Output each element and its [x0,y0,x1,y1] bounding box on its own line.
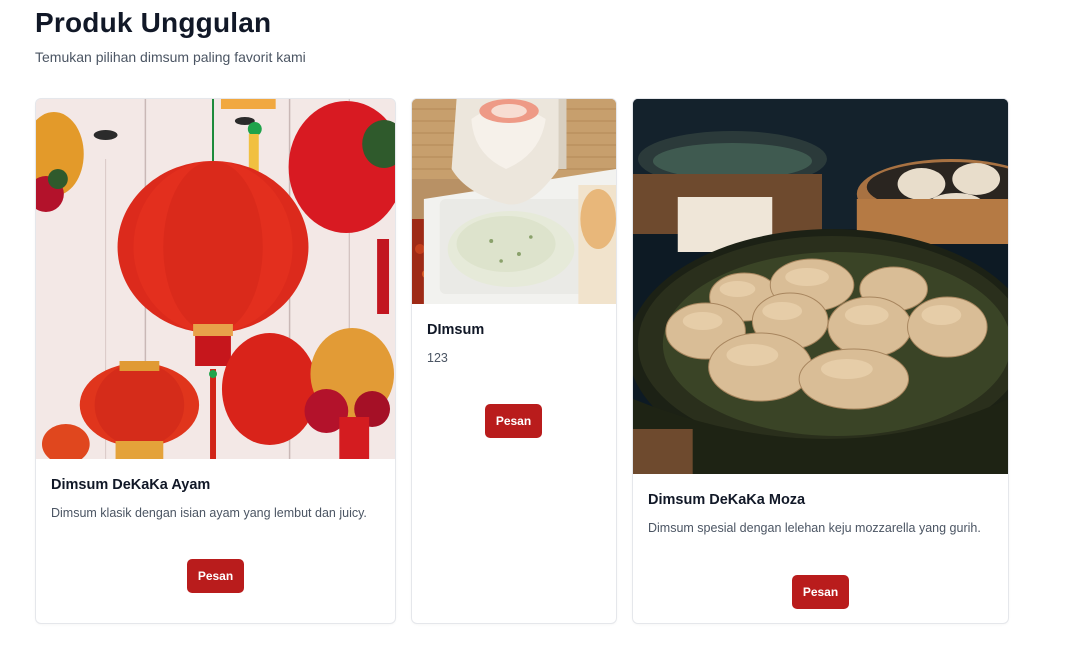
page-title: Produk Unggulan [35,7,272,38]
page-subtitle: Temukan pilihan dimsum paling favorit ka… [35,49,306,65]
product-description: Dimsum klasik dengan isian ayam yang lem… [51,506,367,520]
order-button[interactable]: Pesan [485,404,542,438]
product-card: Dimsum DeKaKa Ayam Dimsum klasik dengan … [35,98,396,624]
product-card: DImsum 123 Pesan [411,98,617,624]
product-image-steamed-dumplings [633,99,1008,474]
product-image-dumpling-sauce [412,99,616,304]
section-header: Produk Unggulan Temukan pilihan dimsum p… [35,6,306,66]
product-card: Dimsum DeKaKa Moza Dimsum spesial dengan… [632,98,1009,624]
product-description: Dimsum spesial dengan lelehan keju mozza… [648,521,981,535]
product-image-lanterns [36,99,395,459]
order-button[interactable]: Pesan [187,559,244,593]
product-name: Dimsum DeKaKa Moza [648,492,806,508]
product-name: DImsum [427,322,485,338]
order-button[interactable]: Pesan [792,575,849,609]
product-description: 123 [427,351,448,365]
product-name: Dimsum DeKaKa Ayam [51,477,211,493]
